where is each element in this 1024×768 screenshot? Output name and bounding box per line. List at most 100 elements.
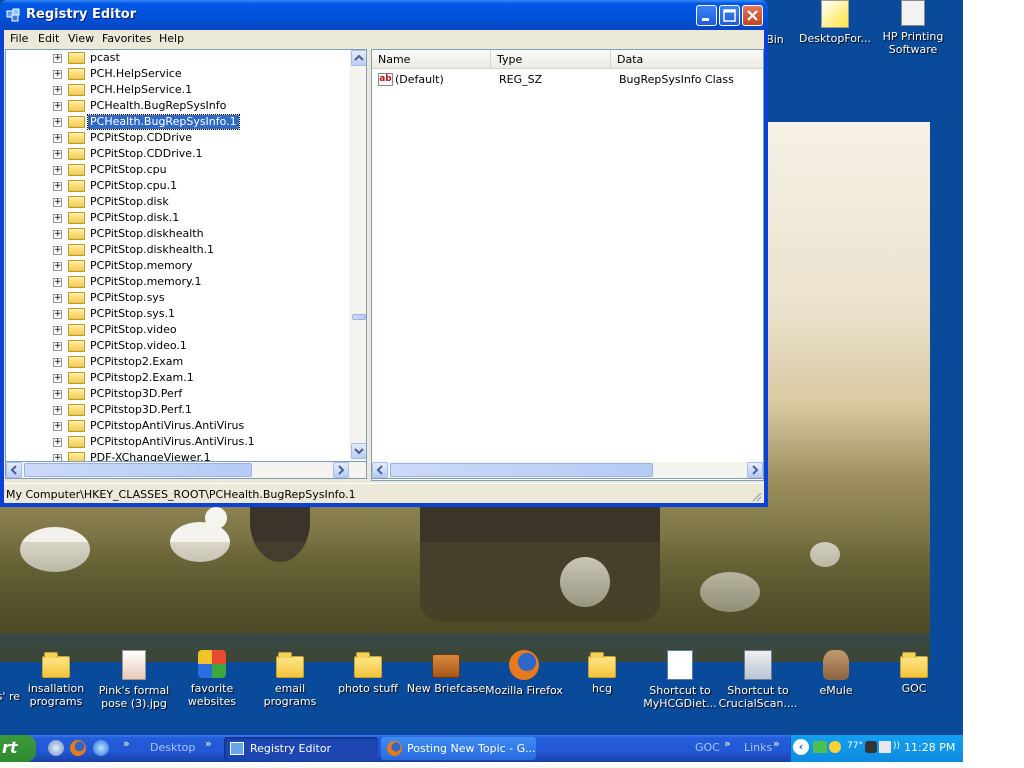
hp-printing-icon[interactable]: HP Printing Software — [873, 0, 953, 56]
tray-monitor-icon[interactable] — [879, 741, 891, 753]
tree-item[interactable]: + PCH.HelpService — [6, 66, 346, 82]
scroll-thumb[interactable] — [24, 463, 252, 477]
tree-item[interactable]: + PCPitstop2.Exam — [6, 354, 346, 370]
desktop-icon[interactable]: New Briefcase — [406, 650, 486, 695]
expand-plus-icon[interactable]: + — [53, 246, 62, 255]
expand-plus-icon[interactable]: + — [53, 278, 62, 287]
menu-favorites[interactable]: Favorites — [102, 32, 152, 45]
desktop-icon[interactable]: email programs — [250, 650, 330, 708]
expand-plus-icon[interactable]: + — [53, 406, 62, 415]
tray-app-icon[interactable] — [865, 741, 877, 753]
close-button[interactable] — [742, 5, 763, 26]
scroll-left-button[interactable] — [372, 462, 388, 478]
expand-plus-icon[interactable]: + — [53, 150, 62, 159]
expand-plus-icon[interactable]: + — [53, 70, 62, 79]
menu-file[interactable]: File — [10, 32, 28, 45]
list-horizontal-scrollbar[interactable] — [371, 462, 764, 479]
column-header-data[interactable]: Data — [611, 50, 763, 69]
scroll-thumb[interactable] — [390, 463, 653, 477]
tree-horizontal-scrollbar[interactable] — [5, 462, 367, 479]
desktop-toolbar-label[interactable]: Desktop — [150, 741, 195, 754]
desktop-icon[interactable]: Mozilla Firefox — [484, 650, 564, 697]
tree-item[interactable]: + PCPitstopAntiVirus.AntiVirus.1 — [6, 434, 346, 450]
firefox-quicklaunch-icon[interactable] — [70, 740, 86, 756]
menu-view[interactable]: View — [68, 32, 94, 45]
expand-plus-icon[interactable]: + — [53, 166, 62, 175]
expand-plus-icon[interactable]: + — [53, 118, 62, 127]
tree-item[interactable]: + PCPitStop.memory — [6, 258, 346, 274]
expand-plus-icon[interactable]: + — [53, 374, 62, 383]
expand-plus-icon[interactable]: + — [53, 262, 62, 271]
expand-plus-icon[interactable]: + — [53, 134, 62, 143]
desktop-icon[interactable]: insallation programs — [16, 650, 96, 708]
tree-item[interactable]: + PCPitStop.disk.1 — [6, 210, 346, 226]
desktop-shortcut-icon[interactable]: DesktopFor... — [795, 0, 875, 45]
expand-plus-icon[interactable]: + — [53, 102, 62, 111]
desktop-icon[interactable]: hcg — [562, 650, 642, 695]
desktop-icon[interactable]: GOC — [874, 650, 954, 695]
tree-item[interactable]: + PCPitStop.diskhealth — [6, 226, 346, 242]
goc-toolbar-label[interactable]: GOC — [695, 741, 720, 754]
expand-plus-icon[interactable]: + — [53, 390, 62, 399]
column-header-name[interactable]: Name — [372, 50, 491, 69]
scroll-right-button[interactable] — [333, 462, 349, 478]
tree-item[interactable]: + pcast — [6, 50, 346, 66]
tree-item[interactable]: + PCPitstop3D.Perf — [6, 386, 346, 402]
chevron-expand-icon[interactable]: » — [724, 737, 731, 750]
clock[interactable]: 11:28 PM — [904, 741, 955, 754]
expand-plus-icon[interactable]: + — [53, 54, 62, 63]
minimize-button[interactable] — [696, 5, 717, 26]
tree-item[interactable]: + PCPitStop.disk — [6, 194, 346, 210]
tree-vertical-scrollbar[interactable] — [350, 50, 366, 461]
expand-plus-icon[interactable]: + — [53, 214, 62, 223]
expand-plus-icon[interactable]: + — [53, 358, 62, 367]
expand-plus-icon[interactable]: + — [53, 438, 62, 447]
internet-explorer-icon[interactable] — [93, 740, 109, 756]
tree-item[interactable]: + PCPitStop.sys — [6, 290, 346, 306]
tree-item[interactable]: + PCPitstopAntiVirus.AntiVirus — [6, 418, 346, 434]
expand-plus-icon[interactable]: + — [53, 182, 62, 191]
expand-plus-icon[interactable]: + — [53, 310, 62, 319]
registry-values-list[interactable]: Name Type Data ab (Default) REG_SZ BugRe… — [371, 49, 764, 481]
tree-item[interactable]: + PCPitStop.cpu.1 — [6, 178, 346, 194]
task-firefox[interactable]: Posting New Topic - G... — [381, 737, 536, 760]
chevron-left-icon[interactable]: ‹ — [793, 739, 809, 755]
expand-plus-icon[interactable]: + — [53, 230, 62, 239]
tree-item[interactable]: + PCH.HelpService.1 — [6, 82, 346, 98]
registry-key-tree[interactable]: + pcast + PCH.HelpService + PCH.HelpService.1… — [5, 49, 367, 462]
expand-plus-icon[interactable]: + — [53, 326, 62, 335]
desktop-icon[interactable]: photo stuff — [328, 650, 408, 695]
resize-grip-icon[interactable] — [750, 490, 762, 502]
tree-item[interactable]: + PCHealth.BugRepSysInfo.1 — [6, 114, 346, 130]
title-bar[interactable]: Registry Editor — [0, 0, 768, 30]
scroll-down-button[interactable] — [351, 443, 366, 459]
column-header-type[interactable]: Type — [491, 50, 611, 69]
tree-item[interactable]: + PCPitStop.memory.1 — [6, 274, 346, 290]
show-desktop-icon[interactable] — [48, 740, 64, 756]
tree-item[interactable]: + PCHealth.BugRepSysInfo — [6, 98, 346, 114]
expand-plus-icon[interactable]: + — [53, 422, 62, 431]
scroll-left-button[interactable] — [6, 462, 22, 478]
tree-item[interactable]: + PCPitStop.diskhealth.1 — [6, 242, 346, 258]
desktop-icon[interactable]: Pink's formal pose (3).jpg — [94, 650, 174, 710]
weather-icon[interactable] — [829, 741, 841, 753]
menu-help[interactable]: Help — [159, 32, 184, 45]
tree-item[interactable]: + PCPitStop.CDDrive.1 — [6, 146, 346, 162]
volume-icon[interactable]: )) — [893, 741, 900, 751]
scroll-up-button[interactable] — [351, 50, 366, 66]
chevron-expand-icon[interactable]: » — [123, 737, 130, 750]
expand-plus-icon[interactable]: + — [53, 342, 62, 351]
desktop-icon[interactable]: eMule — [796, 650, 876, 697]
desktop-icon[interactable]: favorite websites — [172, 650, 252, 708]
start-button[interactable]: rt — [0, 735, 36, 762]
desktop-icon[interactable]: Shortcut to CrucialScan.... — [718, 650, 798, 710]
tree-item[interactable]: + PDF-XChangeViewer.1 — [6, 450, 346, 461]
tree-item[interactable]: + PCPitStop.video.1 — [6, 338, 346, 354]
tree-item[interactable]: + PCPitstop3D.Perf.1 — [6, 402, 346, 418]
menu-edit[interactable]: Edit — [38, 32, 59, 45]
chevron-expand-icon[interactable]: » — [205, 737, 212, 750]
tree-item[interactable]: + PCPitStop.video — [6, 322, 346, 338]
tree-item[interactable]: + PCPitstop2.Exam.1 — [6, 370, 346, 386]
network-icon[interactable] — [813, 741, 827, 753]
expand-plus-icon[interactable]: + — [53, 198, 62, 207]
